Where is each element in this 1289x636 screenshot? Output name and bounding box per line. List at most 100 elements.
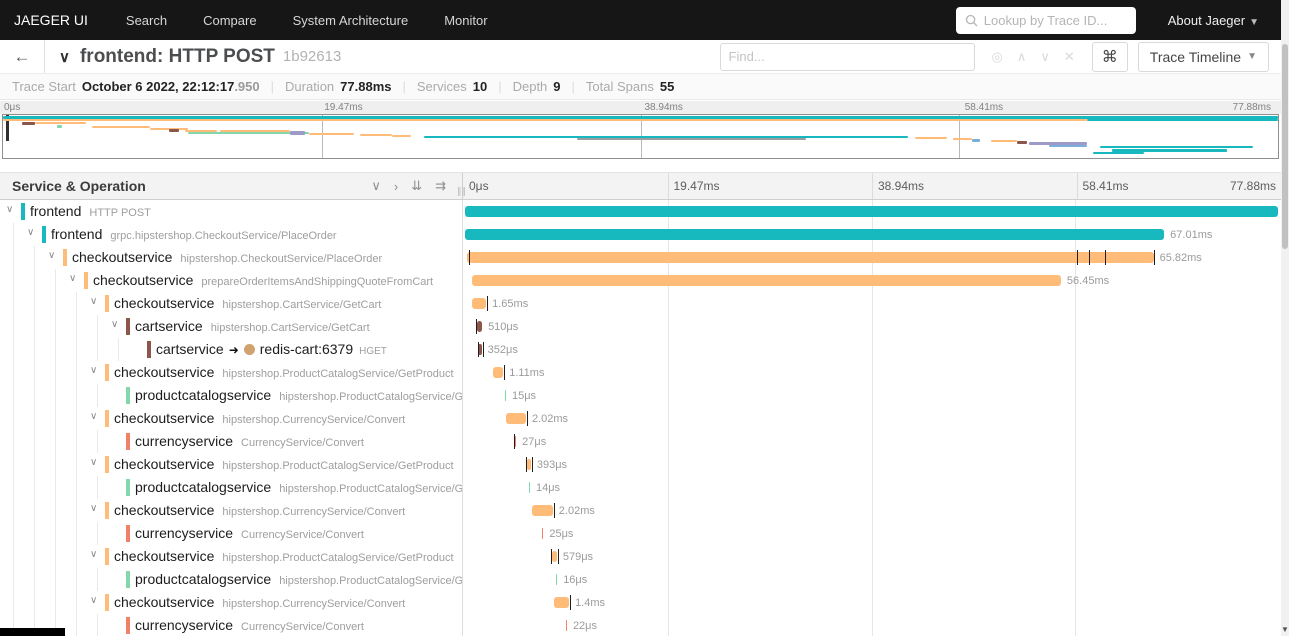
expand-all-icon[interactable]: ⇉ bbox=[435, 178, 446, 194]
row-expand-chevron-icon[interactable]: ∨ bbox=[90, 296, 97, 307]
span-row-timeline-cell: 2.02ms bbox=[465, 499, 1278, 522]
span-duration-label: 2.02ms bbox=[558, 505, 595, 517]
collapse-all-icon[interactable]: ⇊ bbox=[411, 178, 422, 194]
span-bar[interactable] bbox=[477, 321, 483, 332]
view-selector-button[interactable]: Trace Timeline ▼ bbox=[1137, 41, 1269, 72]
row-expand-chevron-icon[interactable]: ∨ bbox=[111, 319, 118, 330]
span-row-label-cell[interactable]: productcatalogservice hipstershop.Product… bbox=[0, 384, 463, 407]
span-row-label-cell[interactable]: ∨ frontend grpc.hipstershop.CheckoutServic… bbox=[0, 223, 463, 246]
span-row-label-cell[interactable]: currencyservice CurrencyService/Convert bbox=[0, 522, 463, 545]
span-row-label-cell[interactable]: productcatalogservice hipstershop.Product… bbox=[0, 568, 463, 591]
span-name: checkoutservice hipstershop.ProductCatalo… bbox=[114, 364, 454, 380]
expand-one-icon[interactable]: › bbox=[394, 179, 398, 194]
clear-search-icon[interactable]: ✕ bbox=[1064, 49, 1075, 65]
span-bar[interactable] bbox=[542, 528, 544, 539]
span-bar[interactable] bbox=[478, 344, 482, 355]
span-row-label-cell[interactable]: ∨ checkoutservice hipstershop.CartService/… bbox=[0, 292, 463, 315]
scope-icon[interactable]: ◎ bbox=[992, 49, 1003, 65]
back-button[interactable]: ← bbox=[0, 40, 45, 73]
span-row-label-cell[interactable]: cartservice ➜ redis-cart:6379 HGET bbox=[0, 338, 463, 361]
next-result-icon[interactable]: ∨ bbox=[1040, 49, 1050, 65]
nav-item-search[interactable]: Search bbox=[126, 13, 167, 28]
span-bar[interactable] bbox=[528, 482, 530, 493]
span-bar[interactable] bbox=[504, 390, 506, 401]
span-bar[interactable] bbox=[556, 574, 558, 585]
minimap-span-segment bbox=[952, 138, 972, 140]
operation-name: grpc.hipstershop.CheckoutService/PlaceOr… bbox=[110, 230, 337, 242]
row-expand-chevron-icon[interactable]: ∨ bbox=[27, 227, 34, 238]
panel-resize-handle[interactable]: ∥∥ bbox=[457, 186, 466, 197]
span-row-timeline-cell: 16μs bbox=[465, 568, 1278, 591]
collapse-one-icon[interactable]: ∨ bbox=[371, 178, 381, 194]
scrollbar-thumb[interactable] bbox=[1282, 44, 1288, 249]
span-row-label-cell[interactable]: currencyservice CurrencyService/Convert bbox=[0, 430, 463, 453]
row-expand-chevron-icon[interactable]: ∨ bbox=[69, 273, 76, 284]
span-bar[interactable] bbox=[492, 367, 504, 378]
span-log-tick bbox=[531, 457, 533, 472]
about-jaeger-menu[interactable]: About Jaeger ▼ bbox=[1168, 13, 1259, 28]
axis-gridline bbox=[1076, 173, 1078, 199]
span-bar[interactable] bbox=[472, 298, 487, 309]
span-bar[interactable] bbox=[551, 551, 557, 562]
minimap-span-segment bbox=[1086, 119, 1278, 121]
row-expand-chevron-icon[interactable]: ∨ bbox=[90, 503, 97, 514]
span-row-label-cell[interactable]: ∨ checkoutservice hipstershop.ProductCatal… bbox=[0, 361, 463, 384]
minimap-span-segment bbox=[991, 140, 1017, 142]
span-bar[interactable] bbox=[532, 505, 553, 516]
trace-lookup[interactable] bbox=[955, 6, 1136, 34]
row-expand-chevron-icon[interactable]: ∨ bbox=[90, 365, 97, 376]
span-duration-label: 510μs bbox=[488, 321, 519, 333]
row-expand-chevron-icon[interactable]: ∨ bbox=[48, 250, 55, 261]
tree-indent-guide bbox=[76, 522, 77, 545]
span-name: cartservice hipstershop.CartService/GetCa… bbox=[135, 318, 370, 334]
span-row-label-cell[interactable]: ∨ checkoutservice prepareOrderItemsAndShip… bbox=[0, 269, 463, 292]
vertical-scrollbar[interactable]: ▼ bbox=[1281, 0, 1289, 636]
span-bar[interactable] bbox=[467, 252, 1154, 263]
timeline-minimap[interactable] bbox=[2, 114, 1279, 159]
trace-collapse-chevron[interactable]: ∨ bbox=[59, 48, 70, 66]
keyboard-shortcuts-button[interactable]: ⌘ bbox=[1091, 41, 1128, 72]
row-expand-chevron-icon[interactable]: ∨ bbox=[90, 549, 97, 560]
tree-indent-guide bbox=[76, 384, 77, 407]
span-row-label-cell[interactable]: ∨ frontend HTTP POST bbox=[0, 200, 463, 223]
span-bar[interactable] bbox=[554, 597, 570, 608]
tree-indent-guide bbox=[34, 591, 35, 614]
span-bar[interactable] bbox=[465, 206, 1278, 217]
span-bar[interactable] bbox=[565, 620, 567, 631]
span-row-label-cell[interactable]: productcatalogservice hipstershop.Product… bbox=[0, 476, 463, 499]
span-row-label-cell[interactable]: ∨ checkoutservice hipstershop.ProductCatal… bbox=[0, 453, 463, 476]
row-expand-chevron-icon[interactable]: ∨ bbox=[90, 411, 97, 422]
row-expand-chevron-icon[interactable]: ∨ bbox=[6, 204, 13, 215]
span-row-label-cell[interactable]: currencyservice CurrencyService/Convert bbox=[0, 614, 463, 636]
prev-result-icon[interactable]: ∧ bbox=[1017, 49, 1027, 65]
trace-lookup-input[interactable] bbox=[983, 12, 1127, 28]
find-input[interactable] bbox=[728, 49, 966, 64]
tree-indent-guide bbox=[34, 246, 35, 269]
row-expand-chevron-icon[interactable]: ∨ bbox=[90, 595, 97, 606]
service-color-bar bbox=[126, 433, 130, 450]
bottom-corner-block bbox=[0, 628, 65, 636]
scrollbar-down-arrow[interactable]: ▼ bbox=[1281, 624, 1289, 636]
find-box[interactable] bbox=[719, 42, 975, 71]
span-row-label-cell[interactable]: ∨ cartservice hipstershop.CartService/GetC… bbox=[0, 315, 463, 338]
span-bar[interactable] bbox=[526, 459, 531, 470]
tree-indent-guide bbox=[34, 338, 35, 361]
span-row-timeline-cell: 510μs bbox=[465, 315, 1278, 338]
brand-jaeger-ui[interactable]: JAEGER UI bbox=[0, 12, 108, 28]
span-bar[interactable] bbox=[505, 413, 526, 424]
span-bar[interactable] bbox=[465, 229, 1165, 240]
span-row-label-cell[interactable]: ∨ checkoutservice hipstershop.CurrencyServ… bbox=[0, 591, 463, 614]
span-row-label-cell[interactable]: ∨ checkoutservice hipstershop.CurrencyServ… bbox=[0, 499, 463, 522]
service-name: checkoutservice bbox=[114, 456, 215, 472]
nav-item-compare[interactable]: Compare bbox=[203, 13, 256, 28]
span-bar[interactable] bbox=[471, 275, 1061, 286]
nav-item-monitor[interactable]: Monitor bbox=[444, 13, 487, 28]
summary-label: Total Spans bbox=[585, 79, 654, 94]
span-row-label-cell[interactable]: ∨ checkoutservice hipstershop.ProductCatal… bbox=[0, 545, 463, 568]
row-expand-chevron-icon[interactable]: ∨ bbox=[90, 457, 97, 468]
span-row-label-cell[interactable]: ∨ checkoutservice hipstershop.CurrencyServ… bbox=[0, 407, 463, 430]
axis-tick-label: 0μs bbox=[469, 179, 489, 193]
nav-item-system-architecture[interactable]: System Architecture bbox=[293, 13, 409, 28]
span-row-label-cell[interactable]: ∨ checkoutservice hipstershop.CheckoutServ… bbox=[0, 246, 463, 269]
summary-label: Services bbox=[416, 79, 467, 94]
